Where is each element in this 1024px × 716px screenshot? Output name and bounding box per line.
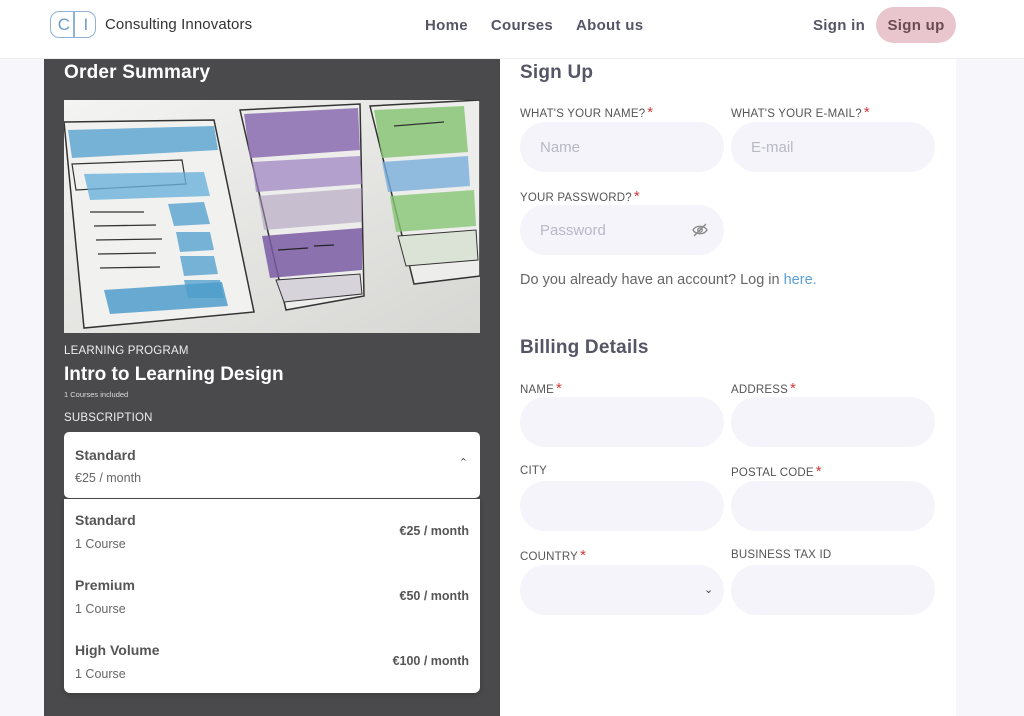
chevron-down-icon[interactable]: ⌄ — [704, 583, 713, 596]
required-marker: * — [647, 104, 654, 121]
plan-option-high-volume[interactable]: High Volume 1 Course €100 / month — [64, 629, 480, 694]
sign-up-title: Sign Up — [520, 62, 594, 83]
eye-off-icon[interactable] — [692, 223, 708, 237]
plan-price: €50 / month — [399, 589, 469, 603]
nav-courses[interactable]: Courses — [491, 17, 553, 34]
plan-price: €100 / month — [392, 654, 469, 668]
plan-course-count: 1 Course — [75, 667, 126, 681]
selected-plan-name: Standard — [75, 447, 136, 463]
logo-mark: C I — [50, 11, 96, 38]
program-title: Intro to Learning Design — [64, 364, 284, 385]
required-marker: * — [556, 380, 563, 397]
required-marker: * — [790, 380, 797, 397]
plan-name: High Volume — [75, 642, 160, 658]
nav-home[interactable]: Home — [425, 17, 468, 34]
selected-plan-price: €25 / month — [75, 471, 142, 485]
billing-details-title: Billing Details — [520, 337, 649, 358]
learning-program-label: LEARNING PROGRAM — [64, 345, 189, 357]
address-label: ADDRESS * — [731, 380, 796, 397]
subscription-dropdown: Standard 1 Course €25 / month Premium 1 … — [64, 499, 480, 693]
email-input[interactable] — [731, 122, 935, 172]
postal-code-label: POSTAL CODE * — [731, 463, 822, 480]
name-label-text: WHAT'S YOUR NAME? — [520, 108, 646, 120]
sign-in-link[interactable]: Sign in — [813, 17, 865, 34]
email-label-text: WHAT'S YOUR E-MAIL? — [731, 108, 862, 120]
logo[interactable]: C I Consulting Innovators — [50, 11, 252, 38]
plan-price: €25 / month — [399, 524, 469, 538]
plan-option-premium[interactable]: Premium 1 Course €50 / month — [64, 564, 480, 629]
subscription-select[interactable]: Standard €25 / month ⌃ — [64, 432, 480, 498]
signup-panel: Sign Up WHAT'S YOUR NAME?* WHAT'S YOUR E… — [500, 59, 956, 716]
name-label: WHAT'S YOUR NAME? * — [520, 104, 653, 121]
address-input[interactable] — [731, 397, 935, 447]
name-input[interactable] — [520, 122, 724, 172]
chevron-up-icon[interactable]: ⌃ — [459, 456, 468, 469]
postal-code-label-text: POSTAL CODE — [731, 467, 814, 479]
plan-course-count: 1 Course — [75, 602, 126, 616]
required-marker: * — [863, 104, 870, 121]
billing-name-label-text: NAME — [520, 384, 555, 396]
password-label-text: YOUR PASSWORD? — [520, 192, 632, 204]
subscription-label: SUBSCRIPTION — [64, 412, 153, 424]
courses-included: 1 Courses included — [64, 390, 129, 399]
country-label: COUNTRY * — [520, 547, 586, 564]
billing-name-label: NAME * — [520, 380, 562, 397]
plan-option-standard[interactable]: Standard 1 Course €25 / month — [64, 499, 480, 564]
plan-course-count: 1 Course — [75, 537, 126, 551]
login-here-link[interactable]: here. — [784, 272, 817, 288]
billing-name-input[interactable] — [520, 397, 724, 447]
site-header: C I Consulting Innovators Home Courses A… — [0, 0, 1024, 59]
address-label-text: ADDRESS — [731, 384, 788, 396]
course-image — [64, 100, 480, 333]
main-nav: Home Courses About us — [425, 17, 666, 34]
required-marker: * — [815, 463, 822, 480]
required-marker: * — [580, 547, 587, 564]
business-tax-id-label: BUSINESS TAX ID — [731, 549, 832, 561]
country-select[interactable] — [520, 565, 724, 615]
order-summary-panel: Order Summary LEARNING PROGRAM Intro to … — [44, 59, 500, 716]
required-marker: * — [633, 188, 640, 205]
brand-name: Consulting Innovators — [105, 16, 253, 33]
plan-name: Standard — [75, 512, 136, 528]
logo-letter-c: C — [57, 14, 71, 34]
login-prompt: Do you already have an account? Log in h… — [520, 272, 817, 288]
city-input[interactable] — [520, 481, 724, 531]
nav-about-us[interactable]: About us — [576, 17, 643, 34]
city-label: CITY — [520, 465, 547, 477]
plan-name: Premium — [75, 577, 135, 593]
logo-letter-i: I — [83, 14, 89, 34]
login-prompt-text: Do you already have an account? Log in — [520, 272, 780, 288]
country-label-text: COUNTRY — [520, 551, 579, 563]
business-tax-id-input[interactable] — [731, 565, 935, 615]
wireframe-sketch-illustration — [64, 100, 480, 333]
sign-up-button[interactable]: Sign up — [876, 7, 956, 43]
order-summary-title: Order Summary — [64, 62, 211, 83]
email-label: WHAT'S YOUR E-MAIL? * — [731, 104, 870, 121]
postal-code-input[interactable] — [731, 481, 935, 531]
password-label: YOUR PASSWORD? * — [520, 188, 640, 205]
